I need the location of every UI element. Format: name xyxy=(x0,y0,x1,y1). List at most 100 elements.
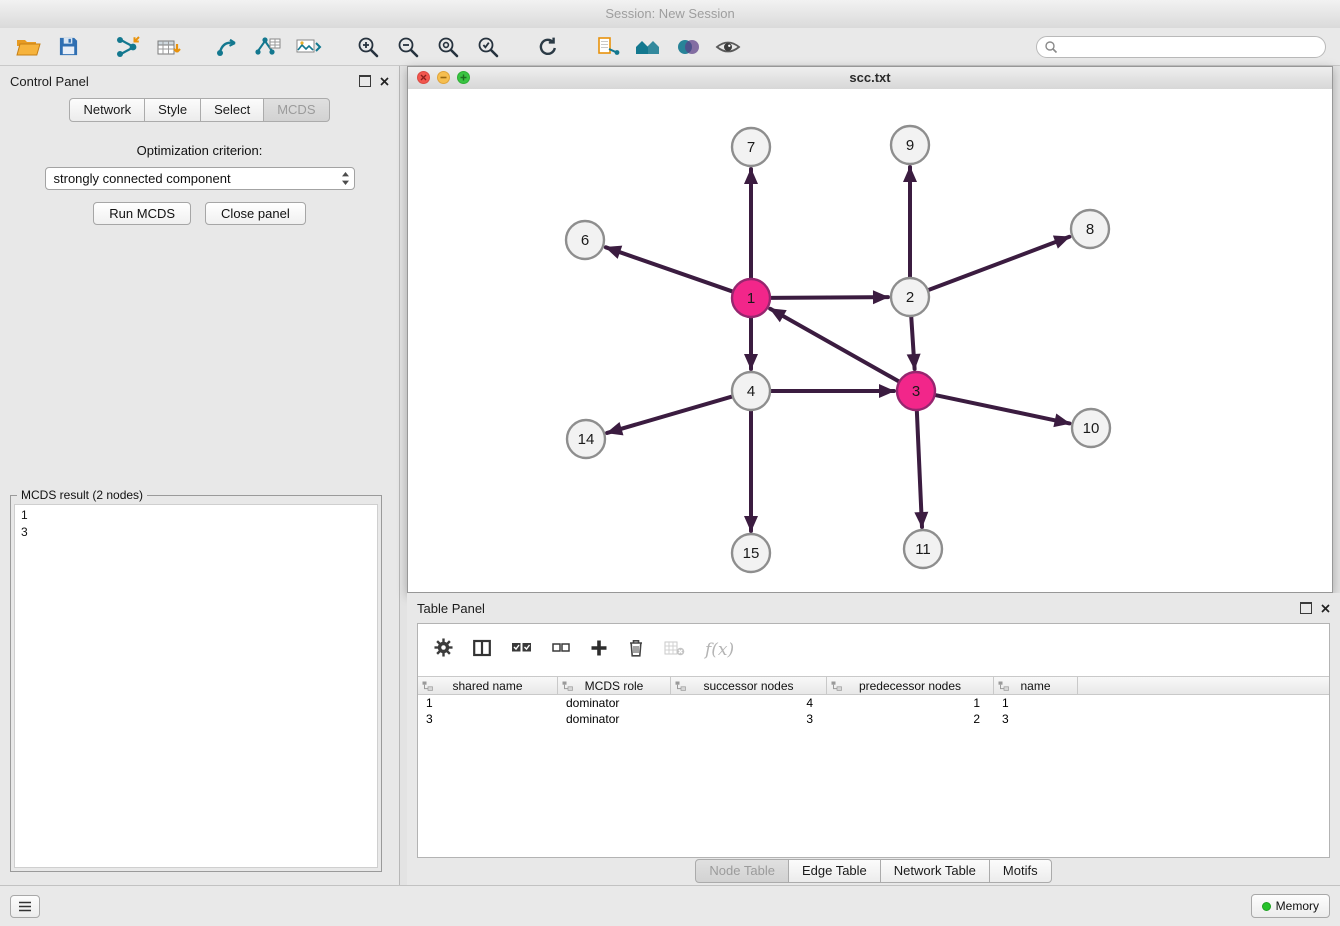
home-button[interactable] xyxy=(632,32,664,62)
table-row[interactable]: 3dominator323 xyxy=(418,711,1329,727)
close-table-panel-icon[interactable] xyxy=(1321,604,1330,613)
trash-icon xyxy=(628,638,644,657)
result-line: 3 xyxy=(21,524,371,541)
tab-style[interactable]: Style xyxy=(144,98,201,122)
search-icon xyxy=(1044,40,1058,54)
select-all-icon xyxy=(511,640,532,655)
zoom-in-button[interactable] xyxy=(352,32,384,62)
close-panel-icon[interactable] xyxy=(380,77,389,86)
first-neighbors-button[interactable] xyxy=(592,32,624,62)
task-history-button[interactable] xyxy=(10,895,40,918)
graph-node-label: 2 xyxy=(906,289,914,306)
deselect-all-icon xyxy=(552,641,570,654)
graph-edge-3-10[interactable] xyxy=(935,395,1070,424)
column-sort-icon xyxy=(422,681,433,691)
graph-node-9[interactable]: 9 xyxy=(891,126,929,164)
import-table-button[interactable] xyxy=(152,32,184,62)
graph-node-7[interactable]: 7 xyxy=(732,128,770,166)
columns-icon xyxy=(473,639,491,657)
column-header-name[interactable]: name xyxy=(994,677,1078,694)
graph-edge-1-2[interactable] xyxy=(770,297,888,298)
select-all-columns-button[interactable] xyxy=(511,640,532,660)
graph-node-6[interactable]: 6 xyxy=(566,221,604,259)
optimization-dropdown[interactable]: strongly connected component xyxy=(45,167,355,190)
graph-edge-2-3[interactable] xyxy=(911,316,914,369)
memory-button[interactable]: Memory xyxy=(1251,894,1330,918)
dropdown-value: strongly connected component xyxy=(54,171,231,186)
close-panel-button[interactable]: Close panel xyxy=(205,202,306,225)
graph-node-label: 4 xyxy=(747,383,755,400)
column-header-predecessor-nodes[interactable]: predecessor nodes xyxy=(827,677,994,694)
graph-node-11[interactable]: 11 xyxy=(904,530,942,568)
graph-edge-3-11[interactable] xyxy=(917,410,922,527)
float-panel-icon[interactable] xyxy=(359,75,371,87)
open-file-button[interactable] xyxy=(12,32,44,62)
refresh-group xyxy=(532,32,572,62)
table-tab-motifs[interactable]: Motifs xyxy=(989,859,1052,883)
zoom-fit-button[interactable] xyxy=(432,32,464,62)
mcds-result-title: MCDS result (2 nodes) xyxy=(17,488,147,502)
zoom-window-icon[interactable] xyxy=(457,71,470,84)
delete-table-button[interactable] xyxy=(664,640,685,661)
deselect-all-columns-button[interactable] xyxy=(552,641,570,659)
tab-select[interactable]: Select xyxy=(200,98,264,122)
graph-node-label: 7 xyxy=(747,139,755,156)
style-button[interactable] xyxy=(672,32,704,62)
tab-mcds[interactable]: MCDS xyxy=(263,98,329,122)
create-column-button[interactable] xyxy=(590,639,608,662)
close-window-icon[interactable] xyxy=(417,71,430,84)
zoom-in-icon xyxy=(356,35,380,59)
table-cell-MCDS-role: dominator xyxy=(558,695,671,711)
graph-node-label: 11 xyxy=(915,541,931,558)
mcds-buttons: Run MCDS Close panel xyxy=(0,202,399,225)
table-tab-node-table[interactable]: Node Table xyxy=(695,859,789,883)
table-row[interactable]: 1dominator411 xyxy=(418,695,1329,711)
graph-node-label: 1 xyxy=(747,290,755,307)
search-field[interactable] xyxy=(1063,39,1318,55)
table-tab-edge-table[interactable]: Edge Table xyxy=(788,859,881,883)
table-tab-network-table[interactable]: Network Table xyxy=(880,859,990,883)
export-image-button[interactable] xyxy=(292,32,324,62)
import-network-button[interactable] xyxy=(112,32,144,62)
delete-columns-button[interactable] xyxy=(628,638,644,662)
save-session-button[interactable] xyxy=(52,32,84,62)
zoom-selected-button[interactable] xyxy=(472,32,504,62)
new-network-button[interactable] xyxy=(212,32,244,62)
column-header-MCDS-role[interactable]: MCDS role xyxy=(558,677,671,694)
search-input[interactable] xyxy=(1036,36,1326,58)
table-cell-MCDS-role: dominator xyxy=(558,711,671,727)
graph-node-2[interactable]: 2 xyxy=(891,278,929,316)
column-header-successor-nodes[interactable]: successor nodes xyxy=(671,677,827,694)
graph-edge-1-6[interactable] xyxy=(606,247,733,291)
network-window-titlebar[interactable]: scc.txt xyxy=(408,67,1332,90)
zoom-out-button[interactable] xyxy=(392,32,424,62)
run-mcds-button[interactable]: Run MCDS xyxy=(93,202,191,225)
network-canvas[interactable]: 7 9 6 8 1 2 4 3 14 10 15 11 xyxy=(408,89,1332,592)
graph-node-4[interactable]: 4 xyxy=(732,372,770,410)
graph-edge-3-1[interactable] xyxy=(770,309,899,382)
export-image-icon xyxy=(295,35,322,59)
float-table-panel-icon[interactable] xyxy=(1300,602,1312,614)
add-icon xyxy=(590,639,608,657)
graph-node-14[interactable]: 14 xyxy=(567,420,605,458)
tab-network[interactable]: Network xyxy=(69,98,145,122)
import-network-icon xyxy=(115,35,141,59)
graph-node-8[interactable]: 8 xyxy=(1071,210,1109,248)
graph-node-1[interactable]: 1 xyxy=(732,279,770,317)
table-settings-button[interactable] xyxy=(434,638,453,662)
graph-node-10[interactable]: 10 xyxy=(1072,409,1110,447)
show-columns-button[interactable] xyxy=(473,639,491,662)
refresh-button[interactable] xyxy=(532,32,564,62)
graph-edge-4-14[interactable] xyxy=(607,396,733,433)
graph-node-label: 14 xyxy=(578,431,595,448)
graph-edge-2-8[interactable] xyxy=(928,237,1070,290)
graph-node-15[interactable]: 15 xyxy=(732,534,770,572)
mcds-result-group: MCDS result (2 nodes) 13 xyxy=(10,495,382,872)
show-hide-button[interactable] xyxy=(712,32,744,62)
function-builder-button[interactable]: f(x) xyxy=(705,640,734,660)
graph-node-3[interactable]: 3 xyxy=(897,372,935,410)
column-header-shared-name[interactable]: shared name xyxy=(418,677,558,694)
import-group xyxy=(112,32,192,62)
network-table-button[interactable] xyxy=(252,32,284,62)
minimize-window-icon[interactable] xyxy=(437,71,450,84)
